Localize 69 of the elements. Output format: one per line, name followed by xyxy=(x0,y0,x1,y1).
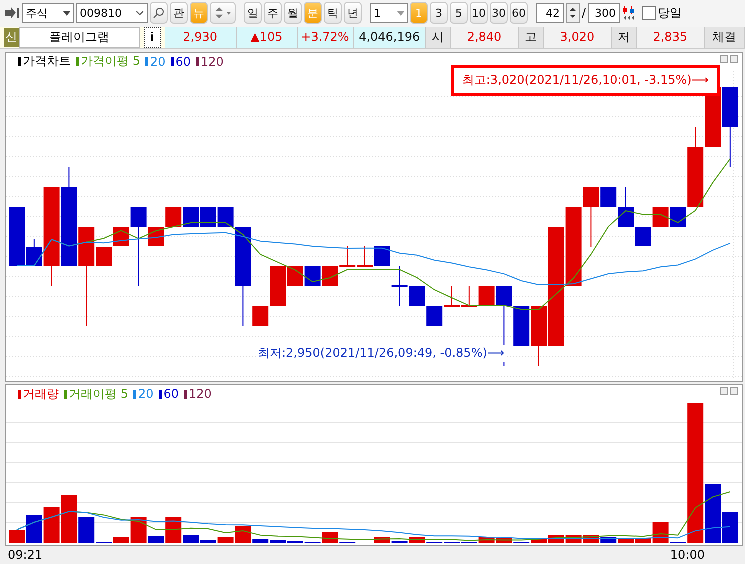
legend-label: 가격이평 5 xyxy=(81,53,140,70)
separator-text: / xyxy=(582,6,586,20)
chart-settings-icon[interactable] xyxy=(622,5,636,22)
market-select[interactable]: 주식 xyxy=(22,3,74,24)
legend-label: 거래량 xyxy=(23,386,59,403)
period-tab[interactable]: 월 xyxy=(284,2,302,24)
change-percent-cell: +3.72% xyxy=(298,26,354,48)
up-down-icon xyxy=(213,6,233,20)
candlestick xyxy=(304,265,321,286)
legend-label: 거래이평 5 xyxy=(69,386,128,403)
toolbar-button[interactable]: 관 xyxy=(170,2,188,24)
interval-button[interactable]: 5 xyxy=(450,2,468,24)
candlestick xyxy=(166,206,182,228)
status-badge: 신 xyxy=(4,28,20,47)
interval-button[interactable]: 10 xyxy=(470,2,488,24)
stock-name: 플레이그램 xyxy=(19,26,140,48)
field-label: 시 xyxy=(426,26,451,48)
info-button[interactable]: i xyxy=(144,26,162,48)
search-button[interactable] xyxy=(150,2,168,24)
period-tab[interactable]: 년 xyxy=(344,2,362,24)
field-value: 3,020 xyxy=(544,26,612,48)
legend-label: 120 xyxy=(201,54,224,69)
candlestick xyxy=(200,206,216,228)
volume-cell: 4,046,196 xyxy=(354,26,426,48)
candlestick xyxy=(183,206,199,228)
field-label: 고 xyxy=(519,26,544,48)
legend-label: 60 xyxy=(176,54,192,69)
time-label: 10:00 xyxy=(670,548,705,562)
high-price-label: 최고:3,020(2021/11/26,10:01, -3.15%)⟶ xyxy=(451,64,720,96)
today-label: 당일 xyxy=(658,4,682,22)
change-cell: ▲105 xyxy=(236,26,298,48)
candlestick xyxy=(426,305,443,326)
total-field[interactable]: 300 xyxy=(588,3,620,24)
candlestick xyxy=(461,285,478,308)
interval-select[interactable]: 1 xyxy=(370,3,408,24)
field-value: 2,835 xyxy=(636,26,706,48)
candlestick xyxy=(340,245,356,268)
panel-toggle-icon[interactable] xyxy=(4,6,20,20)
interval-button[interactable]: 3 xyxy=(430,2,448,24)
candlestick xyxy=(322,265,338,286)
candlestick xyxy=(444,285,460,308)
spinner-button[interactable] xyxy=(210,2,236,24)
code-field[interactable]: 009810 xyxy=(76,3,148,24)
search-icon xyxy=(153,7,165,20)
panel-window-icon[interactable] xyxy=(720,387,740,396)
low-price-label: 최저:2,950(2021/11/26,09:49, -0.85%)⟶ xyxy=(258,344,505,362)
chevron-down-icon xyxy=(136,10,144,16)
candlestick xyxy=(357,245,373,268)
legend-label: 20 xyxy=(150,54,166,69)
field-label: 체결 xyxy=(705,26,745,48)
panel-window-icon[interactable] xyxy=(720,54,740,63)
interval-button[interactable]: 30 xyxy=(490,2,508,24)
legend-label: 가격차트 xyxy=(23,53,71,70)
price-cell: 2,930 xyxy=(165,26,237,48)
spinner-icon[interactable] xyxy=(566,3,580,24)
count-field[interactable]: 42 xyxy=(536,3,564,24)
today-checkbox[interactable] xyxy=(642,6,656,20)
interval-button[interactable]: 60 xyxy=(510,2,528,24)
field-label: 저 xyxy=(612,26,637,48)
candlestick xyxy=(652,206,669,228)
legend-label: 60 xyxy=(164,387,180,402)
legend-label: 20 xyxy=(138,387,154,402)
period-tab[interactable]: 일 xyxy=(244,2,262,24)
legend-label: 120 xyxy=(189,387,212,402)
time-label: 09:21 xyxy=(8,548,43,562)
volume-bar xyxy=(44,507,60,544)
field-value: 2,840 xyxy=(450,26,520,48)
period-tab[interactable]: 틱 xyxy=(324,2,342,24)
period-tab[interactable]: 주 xyxy=(264,2,282,24)
